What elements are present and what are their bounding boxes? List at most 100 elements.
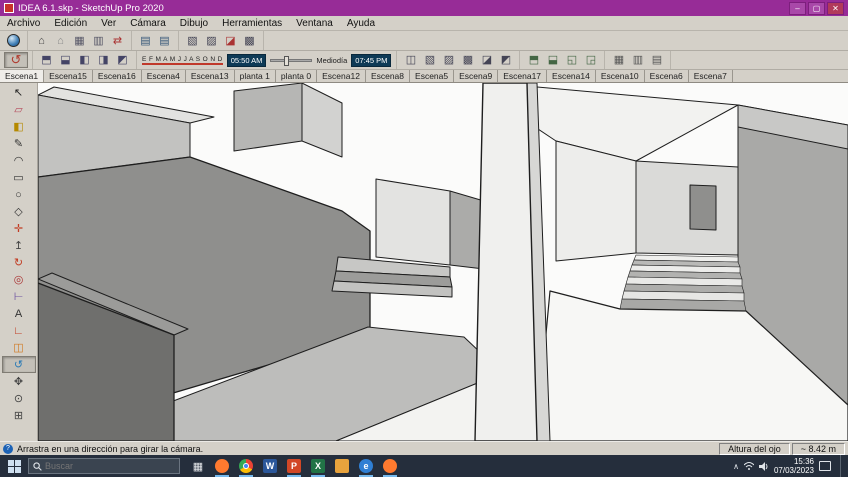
view-iso-icon[interactable]: ⬒: [37, 52, 56, 68]
window-grid-icon[interactable]: ▥: [89, 33, 108, 49]
text-tool[interactable]: A: [2, 305, 36, 322]
rotate-tool[interactable]: ↻: [2, 254, 36, 271]
push-pull-tool[interactable]: ↥: [2, 237, 36, 254]
scene-tab-escena7[interactable]: Escena7: [689, 70, 733, 82]
camera-sphere-icon[interactable]: [4, 33, 23, 49]
edge-icon[interactable]: e: [354, 455, 378, 477]
orbit-active-icon[interactable]: ↺: [4, 52, 28, 68]
doc-back-icon[interactable]: ▤: [136, 33, 155, 49]
layers-icon[interactable]: ▦: [609, 52, 628, 68]
swap-views-icon[interactable]: ⇄: [108, 33, 127, 49]
arc-tool[interactable]: ◠: [2, 152, 36, 169]
paint-bucket-tool[interactable]: ◧: [2, 118, 36, 135]
wifi-icon[interactable]: [744, 462, 754, 470]
slider-thumb[interactable]: [284, 56, 289, 66]
firefox-icon-2[interactable]: [378, 455, 402, 477]
scene-tab-escena8[interactable]: Escena8: [366, 70, 410, 82]
style-monochrome-icon[interactable]: ◪: [477, 52, 496, 68]
minimize-button[interactable]: –: [789, 2, 806, 15]
show-desktop-button[interactable]: [840, 455, 844, 477]
shadow-months-slider[interactable]: E F M A M J J A S O N D: [142, 56, 223, 65]
offset-tool[interactable]: ◎: [2, 271, 36, 288]
section-fill-icon[interactable]: ◱: [562, 52, 581, 68]
doc-forward-icon[interactable]: ▤: [155, 33, 174, 49]
pan-tool[interactable]: ✥: [2, 373, 36, 390]
3d-viewport[interactable]: [38, 83, 848, 441]
folder-icon[interactable]: [330, 455, 354, 477]
scene-tab-planta-1[interactable]: planta 1: [235, 70, 276, 82]
section-outline-icon[interactable]: ◲: [581, 52, 600, 68]
chrome-icon[interactable]: [234, 455, 258, 477]
scene-tab-escena17[interactable]: Escena17: [498, 70, 547, 82]
start-button[interactable]: [0, 455, 28, 477]
facade-icon[interactable]: ▦: [70, 33, 89, 49]
components-icon[interactable]: ▤: [647, 52, 666, 68]
rectangle-tool[interactable]: ▭: [2, 169, 36, 186]
firefox-icon[interactable]: [210, 455, 234, 477]
menu-ventana[interactable]: Ventana: [289, 16, 340, 31]
section-plane-tool[interactable]: ◫: [2, 339, 36, 356]
menu-archivo[interactable]: Archivo: [0, 16, 47, 31]
section-cut-icon[interactable]: ⬓: [543, 52, 562, 68]
powerpoint-icon[interactable]: P: [282, 455, 306, 477]
scene-tab-escena14[interactable]: Escena14: [547, 70, 596, 82]
model-cube-icon-3[interactable]: ▩: [240, 33, 259, 49]
menu-herramientas[interactable]: Herramientas: [215, 16, 289, 31]
plan-view-icon[interactable]: ⬒: [524, 52, 543, 68]
speaker-icon[interactable]: [759, 462, 769, 471]
tape-measure-tool[interactable]: ⊢: [2, 288, 36, 305]
style-hidden-line-icon[interactable]: ▧: [420, 52, 439, 68]
home-icon[interactable]: ⌂: [32, 33, 51, 49]
pencil-tool[interactable]: ✎: [2, 135, 36, 152]
maximize-button[interactable]: ▢: [808, 2, 825, 15]
model-cube-icon-2[interactable]: ▨: [202, 33, 221, 49]
menu-camara[interactable]: Cámara: [123, 16, 173, 31]
model-cube-red-icon[interactable]: ◪: [221, 33, 240, 49]
style-xray-icon[interactable]: ◩: [496, 52, 515, 68]
home-wire-icon[interactable]: ⌂: [51, 33, 70, 49]
scene-tab-escena13[interactable]: Escena13: [186, 70, 235, 82]
scene-tab-escena1[interactable]: Escena1: [0, 70, 44, 82]
menu-edicion[interactable]: Edición: [47, 16, 94, 31]
scene-tab-escena16[interactable]: Escena16: [93, 70, 142, 82]
menu-ver[interactable]: Ver: [94, 16, 123, 31]
style-textured-icon[interactable]: ▩: [458, 52, 477, 68]
eye-height-value[interactable]: ~ 8.42 m: [792, 443, 845, 455]
model-cube-icon-1[interactable]: ▧: [183, 33, 202, 49]
polygon-tool[interactable]: ◇: [2, 203, 36, 220]
view-top-icon[interactable]: ⬓: [56, 52, 75, 68]
help-icon[interactable]: ?: [3, 444, 13, 454]
zoom-extents-tool[interactable]: ⊞: [2, 407, 36, 424]
tray-clock[interactable]: 15:36 07/03/2023: [774, 457, 814, 475]
style-wireframe-icon[interactable]: ◫: [401, 52, 420, 68]
view-front-icon[interactable]: ◧: [75, 52, 94, 68]
taskbar-search[interactable]: [28, 458, 180, 474]
close-button[interactable]: ✕: [827, 2, 844, 15]
orbit-tool[interactable]: ↺: [2, 356, 36, 373]
tray-chevron-up-icon[interactable]: ∧: [733, 462, 739, 471]
circle-tool[interactable]: ○: [2, 186, 36, 203]
task-view-icon[interactable]: ▦: [186, 455, 210, 477]
scene-tab-escena15[interactable]: Escena15: [44, 70, 93, 82]
scene-tab-escena4[interactable]: Escena4: [142, 70, 186, 82]
select-tool[interactable]: ↖: [2, 84, 36, 101]
scene-tab-escena12[interactable]: Escena12: [317, 70, 366, 82]
scene-tab-escena10[interactable]: Escena10: [596, 70, 645, 82]
style-shaded-icon[interactable]: ▨: [439, 52, 458, 68]
move-tool[interactable]: ✛: [2, 220, 36, 237]
shadows-toggle-icon[interactable]: ◩: [113, 52, 132, 68]
scene-tab-planta-0[interactable]: planta 0: [276, 70, 317, 82]
eraser-tool[interactable]: ▱: [2, 101, 36, 118]
notification-center-icon[interactable]: [819, 461, 831, 471]
view-side-icon[interactable]: ◨: [94, 52, 113, 68]
menu-dibujo[interactable]: Dibujo: [173, 16, 215, 31]
search-input[interactable]: [45, 461, 155, 471]
scene-tab-escena5[interactable]: Escena5: [410, 70, 454, 82]
scene-tab-escena9[interactable]: Escena9: [454, 70, 498, 82]
word-icon[interactable]: W: [258, 455, 282, 477]
excel-icon[interactable]: X: [306, 455, 330, 477]
scene-tab-escena6[interactable]: Escena6: [645, 70, 689, 82]
menu-ayuda[interactable]: Ayuda: [340, 16, 382, 31]
materials-icon[interactable]: ▥: [628, 52, 647, 68]
zoom-tool[interactable]: ⊙: [2, 390, 36, 407]
